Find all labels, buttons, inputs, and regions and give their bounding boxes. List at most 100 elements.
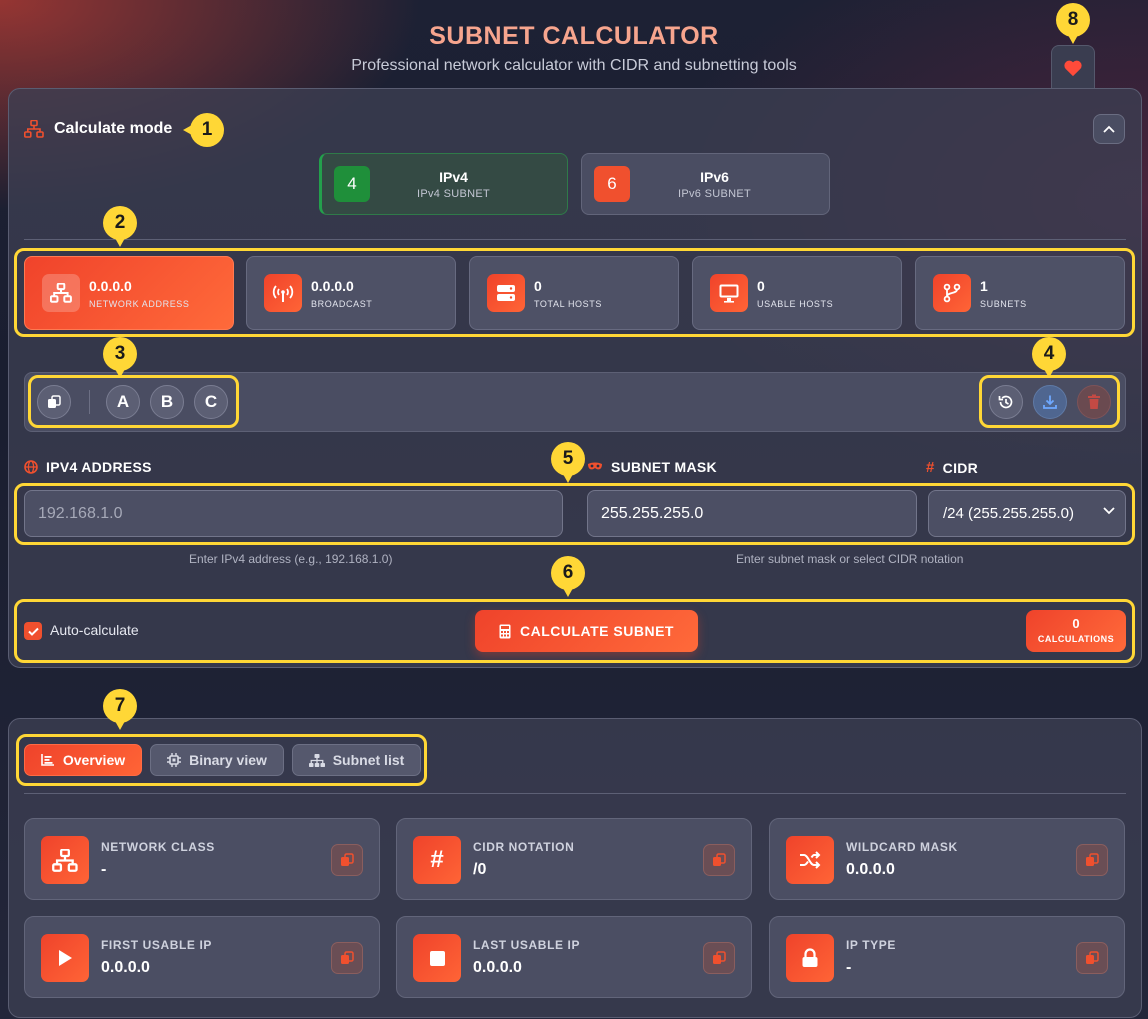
subnet-mask-label-text: SUBNET MASK <box>611 459 717 475</box>
stat-value: 0.0.0.0 <box>311 277 354 294</box>
copy-icon <box>713 853 726 866</box>
heart-icon <box>1064 60 1082 76</box>
callout-4: 4 <box>1032 337 1066 378</box>
stat-label: USABLE HOSTS <box>757 298 834 309</box>
class-c-button[interactable]: C <box>194 385 228 419</box>
network-icon <box>41 836 89 884</box>
cidr-label-text: CIDR <box>942 459 979 476</box>
branch-icon <box>933 274 971 312</box>
toolbar <box>24 372 1126 432</box>
stat-subnets: 1 SUBNETS <box>915 256 1125 330</box>
server-icon <box>487 274 525 312</box>
favorite-button[interactable] <box>1051 45 1095 89</box>
copy-last-usable-ip-button[interactable] <box>703 942 735 974</box>
broadcast-icon <box>264 274 302 312</box>
class-b-button[interactable]: B <box>150 385 184 419</box>
card-value: 0.0.0.0 <box>846 861 895 878</box>
check-icon <box>27 627 39 636</box>
tab-subnet-list-label: Subnet list <box>332 752 405 768</box>
card-value: 0.0.0.0 <box>473 959 522 976</box>
copy-wildcard-mask-button[interactable] <box>1076 844 1108 876</box>
stat-value: 0 <box>534 277 542 294</box>
export-button[interactable] <box>1033 385 1067 419</box>
copy-icon <box>341 853 354 866</box>
mask-hint: Enter subnet mask or select CIDR notatio… <box>736 552 964 566</box>
ipv4-address-input[interactable] <box>24 490 563 537</box>
ipv4-hint: Enter IPv4 address (e.g., 192.168.1.0) <box>189 552 393 566</box>
trash-icon <box>1088 394 1100 409</box>
stat-label: TOTAL HOSTS <box>534 298 602 309</box>
copy-network-class-button[interactable] <box>331 844 363 876</box>
calculations-count: 0 <box>1072 616 1080 631</box>
cidr-selected-value: /24 (255.255.255.0) <box>943 505 1074 522</box>
lock-icon <box>786 934 834 982</box>
chevron-down-icon <box>1103 507 1115 515</box>
calculate-subnet-button[interactable]: CALCULATE SUBNET <box>475 610 698 652</box>
divider <box>24 793 1126 794</box>
calculations-counter: 0 CALCULATIONS <box>1026 610 1126 652</box>
copy-cidr-notation-button[interactable] <box>703 844 735 876</box>
copy-ip-type-button[interactable] <box>1076 942 1108 974</box>
callout-6: 6 <box>551 556 585 597</box>
network-icon <box>42 274 80 312</box>
copy-first-usable-ip-button[interactable] <box>331 942 363 974</box>
cidr-select[interactable]: /24 (255.255.255.0) <box>928 490 1126 537</box>
copy-icon <box>341 951 354 964</box>
copy-icon <box>713 951 726 964</box>
card-label: NETWORK CLASS <box>101 840 215 854</box>
mode-ipv4-button[interactable]: 4 IPv4 IPv4 SUBNET <box>319 153 568 215</box>
class-a-button[interactable]: A <box>106 385 140 419</box>
copy-all-button[interactable] <box>37 385 71 419</box>
mode-ipv6-button[interactable]: 6 IPv6 IPv6 SUBNET <box>581 153 830 215</box>
ipv4-badge: 4 <box>334 166 370 202</box>
auto-calculate-checkbox[interactable] <box>24 622 42 640</box>
callout-2: 2 <box>103 206 137 247</box>
card-value: - <box>101 861 107 878</box>
chart-icon <box>41 754 54 766</box>
clear-button[interactable] <box>1077 385 1111 419</box>
download-icon <box>1043 395 1057 409</box>
ipv4-mode-name: IPv4 <box>439 168 468 185</box>
tab-overview[interactable]: Overview <box>24 744 142 776</box>
tab-subnet-list[interactable]: Subnet list <box>292 744 421 776</box>
tab-binary-view-label: Binary view <box>189 752 267 768</box>
subnet-mask-input[interactable] <box>587 490 917 537</box>
stat-label: SUBNETS <box>980 298 1027 309</box>
ipv4-mode-sub: IPv4 SUBNET <box>417 187 490 200</box>
shuffle-icon <box>786 836 834 884</box>
card-label: CIDR NOTATION <box>473 840 575 854</box>
card-cidr-notation: # CIDR NOTATION /0 <box>396 818 752 900</box>
collapse-button[interactable] <box>1093 114 1125 144</box>
callout-5: 5 <box>551 442 585 483</box>
globe-icon <box>24 460 38 474</box>
card-network-class: NETWORK CLASS - <box>24 818 380 900</box>
tab-binary-view[interactable]: Binary view <box>150 744 284 776</box>
callout-1: 1 <box>183 113 224 147</box>
app-title: SUBNET CALCULATOR <box>429 22 719 50</box>
callout-3: 3 <box>103 337 137 378</box>
toolbar-separator <box>89 390 90 414</box>
stat-label: BROADCAST <box>311 298 373 309</box>
tab-overview-label: Overview <box>62 752 126 768</box>
calculations-label: CALCULATIONS <box>1037 634 1115 644</box>
card-value: 0.0.0.0 <box>101 959 150 976</box>
stat-label: NETWORK ADDRESS <box>89 298 190 309</box>
stop-icon <box>413 934 461 982</box>
stat-usable-hosts: 0 USABLE HOSTS <box>692 256 902 330</box>
copy-icon <box>1086 853 1099 866</box>
card-value: - <box>846 959 852 976</box>
history-button[interactable] <box>989 385 1023 419</box>
hash-icon: # <box>413 836 461 884</box>
callout-7: 7 <box>103 689 137 730</box>
auto-calculate-label: Auto-calculate <box>50 622 139 638</box>
stat-network-address: 0.0.0.0 NETWORK ADDRESS <box>24 256 234 330</box>
calculate-subnet-label: CALCULATE SUBNET <box>520 623 674 639</box>
stat-broadcast: 0.0.0.0 BROADCAST <box>246 256 456 330</box>
card-label: FIRST USABLE IP <box>101 938 213 952</box>
ipv6-badge: 6 <box>594 166 630 202</box>
ipv6-mode-sub: IPv6 SUBNET <box>678 187 751 200</box>
card-label: LAST USABLE IP <box>473 938 581 952</box>
ipv6-mode-name: IPv6 <box>700 168 729 185</box>
ipv4-address-label-text: IPV4 ADDRESS <box>46 459 152 475</box>
card-label: IP TYPE <box>846 938 896 952</box>
